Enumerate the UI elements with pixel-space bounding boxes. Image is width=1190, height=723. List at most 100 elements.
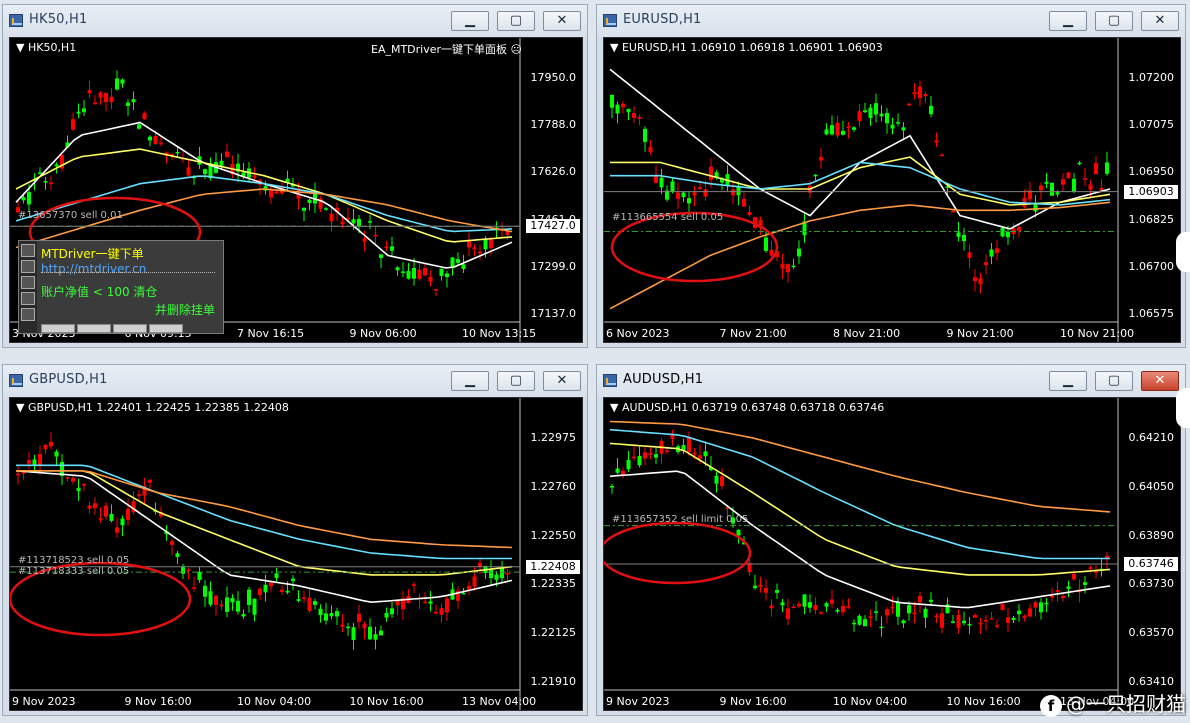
panel-tool-button[interactable] bbox=[21, 260, 35, 273]
chart-window-audusd[interactable]: AUDUSD,H1 ▁ ▢ ✕ ▼ AUDUSD,H1 0.63719 0.63… bbox=[596, 364, 1186, 716]
candle-body bbox=[307, 597, 312, 611]
maximize-button[interactable]: ▢ bbox=[1095, 11, 1133, 31]
candle-body bbox=[654, 454, 658, 458]
candle-body bbox=[406, 271, 411, 279]
candle-body bbox=[659, 177, 664, 188]
candle-body bbox=[709, 166, 713, 180]
maximize-button[interactable]: ▢ bbox=[497, 11, 535, 31]
chart-icon bbox=[603, 374, 617, 387]
panel-buttons bbox=[41, 324, 183, 333]
help-button[interactable] bbox=[21, 308, 35, 321]
side-scroll-tab[interactable] bbox=[1176, 232, 1190, 272]
window-titlebar[interactable]: GBPUSD,H1 ▁ ▢ ✕ bbox=[3, 365, 587, 397]
window-titlebar[interactable]: AUDUSD,H1 ▁ ▢ ✕ bbox=[597, 365, 1185, 397]
candle-body bbox=[148, 479, 152, 483]
price-chart[interactable]: ▼ GBPUSD,H1 1.22401 1.22425 1.22385 1.22… bbox=[9, 397, 583, 711]
candle-body bbox=[698, 187, 702, 190]
candle-body bbox=[610, 486, 614, 488]
candle-body bbox=[313, 601, 317, 605]
candle-body bbox=[225, 151, 229, 158]
candle-body bbox=[786, 264, 790, 273]
panel-tool-button[interactable] bbox=[21, 292, 35, 305]
candle-body bbox=[93, 503, 97, 509]
maximize-button[interactable]: ▢ bbox=[1095, 371, 1133, 391]
candle-body bbox=[907, 605, 911, 614]
candle-body bbox=[1044, 181, 1049, 184]
minimize-button[interactable]: ▁ bbox=[1049, 11, 1087, 31]
candle-body bbox=[49, 182, 53, 185]
maximize-icon: ▢ bbox=[509, 373, 523, 388]
candle-body bbox=[43, 444, 48, 450]
candle-body bbox=[1039, 602, 1043, 613]
panel-url[interactable]: http://mtdriver.cn bbox=[41, 262, 146, 276]
candle-body bbox=[120, 518, 125, 526]
candle-body bbox=[1017, 227, 1021, 231]
maximize-button[interactable]: ▢ bbox=[497, 371, 535, 391]
candle-body bbox=[450, 257, 455, 268]
y-tick-label: 17137.0 bbox=[530, 307, 577, 320]
candle-body bbox=[329, 213, 334, 222]
panel-tool-button[interactable] bbox=[21, 276, 35, 289]
candle-body bbox=[808, 602, 812, 608]
order-label[interactable]: #113657352 sell limit 0.05 bbox=[612, 514, 748, 525]
candle-body bbox=[236, 600, 240, 612]
candle-body bbox=[461, 592, 466, 595]
chart-window-hk50[interactable]: HK50,H1 ▁ ▢ ✕ ▼ HK50,H1 EA_MTDriver一键下单面板… bbox=[2, 4, 588, 348]
candle-body bbox=[1055, 590, 1060, 593]
candle-body bbox=[439, 608, 444, 615]
candle-body bbox=[967, 252, 972, 259]
panel-tool-button[interactable] bbox=[21, 244, 35, 257]
close-button[interactable]: ✕ bbox=[1141, 371, 1179, 391]
candle-body bbox=[456, 259, 460, 263]
candle-body bbox=[940, 613, 944, 628]
chart-window-eurusd[interactable]: EURUSD,H1 ▁ ▢ ✕ ▼ EURUSD,H1 1.06910 1.06… bbox=[596, 4, 1186, 348]
order-label[interactable]: #113718523 sell 0.05 bbox=[18, 555, 129, 566]
order-label[interactable]: #113718333 sell 0.05 bbox=[18, 566, 129, 577]
symbol-header: ▼ AUDUSD,H1 0.63719 0.63748 0.63718 0.63… bbox=[610, 401, 885, 414]
ea-label[interactable]: EA_MTDriver一键下单面板 ☹ bbox=[371, 41, 522, 57]
candle-body bbox=[1083, 582, 1087, 585]
candle-body bbox=[918, 86, 922, 99]
order-label[interactable]: #113665554 sell 0.05 bbox=[612, 212, 723, 223]
candle-body bbox=[907, 103, 911, 106]
candle-body bbox=[962, 235, 966, 242]
candle-body bbox=[76, 111, 81, 114]
minimize-button[interactable]: ▁ bbox=[451, 371, 489, 391]
y-tick-label: 1.07075 bbox=[1128, 118, 1175, 132]
moving-average-line bbox=[609, 420, 1111, 513]
window-titlebar[interactable]: EURUSD,H1 ▁ ▢ ✕ bbox=[597, 5, 1185, 37]
candle-body bbox=[115, 78, 119, 90]
candle-body bbox=[1055, 192, 1060, 195]
close-button[interactable]: ✕ bbox=[1141, 11, 1179, 31]
panel-action-button[interactable] bbox=[149, 324, 183, 333]
candle-body bbox=[104, 92, 108, 103]
close-button[interactable]: ✕ bbox=[543, 371, 581, 391]
panel-action-button[interactable] bbox=[41, 324, 75, 333]
candle-body bbox=[824, 129, 829, 135]
candle-body bbox=[379, 630, 383, 636]
close-button[interactable]: ✕ bbox=[543, 11, 581, 31]
panel-action-button[interactable] bbox=[77, 324, 111, 333]
minimize-icon: ▁ bbox=[1063, 373, 1073, 388]
price-chart[interactable]: ▼ EURUSD,H1 1.06910 1.06918 1.06901 1.06… bbox=[603, 37, 1181, 343]
ea-order-panel[interactable]: MTDriver一键下单 http://mtdriver.cn 账户净值 < 10… bbox=[18, 240, 224, 334]
panel-action-button[interactable] bbox=[113, 324, 147, 333]
window-titlebar[interactable]: HK50,H1 ▁ ▢ ✕ bbox=[3, 5, 587, 37]
candle-body bbox=[93, 102, 97, 104]
order-label[interactable]: #13657370 sell 0.01 bbox=[18, 210, 123, 221]
candle-body bbox=[830, 125, 834, 135]
x-tick-label: 13 Nov 04:00 bbox=[462, 695, 537, 708]
price-chart[interactable]: ▼ AUDUSD,H1 0.63719 0.63748 0.63718 0.63… bbox=[603, 397, 1181, 711]
price-chart[interactable]: ▼ HK50,H1 EA_MTDriver一键下单面板 ☹ 17950.0 17788… bbox=[9, 37, 583, 343]
panel-title-text: MTDriver一键下单 bbox=[41, 247, 144, 261]
candle-body bbox=[687, 436, 691, 453]
candle-body bbox=[852, 622, 856, 625]
candle-body bbox=[824, 603, 829, 607]
y-tick-label: 1.06700 bbox=[1128, 259, 1175, 273]
chart-window-gbpusd[interactable]: GBPUSD,H1 ▁ ▢ ✕ ▼ GBPUSD,H1 1.22401 1.22… bbox=[2, 364, 588, 716]
minimize-button[interactable]: ▁ bbox=[451, 11, 489, 31]
minimize-button[interactable]: ▁ bbox=[1049, 371, 1087, 391]
side-scroll-tab[interactable] bbox=[1176, 388, 1190, 428]
candle-body bbox=[186, 569, 191, 572]
candle-body bbox=[71, 119, 75, 130]
